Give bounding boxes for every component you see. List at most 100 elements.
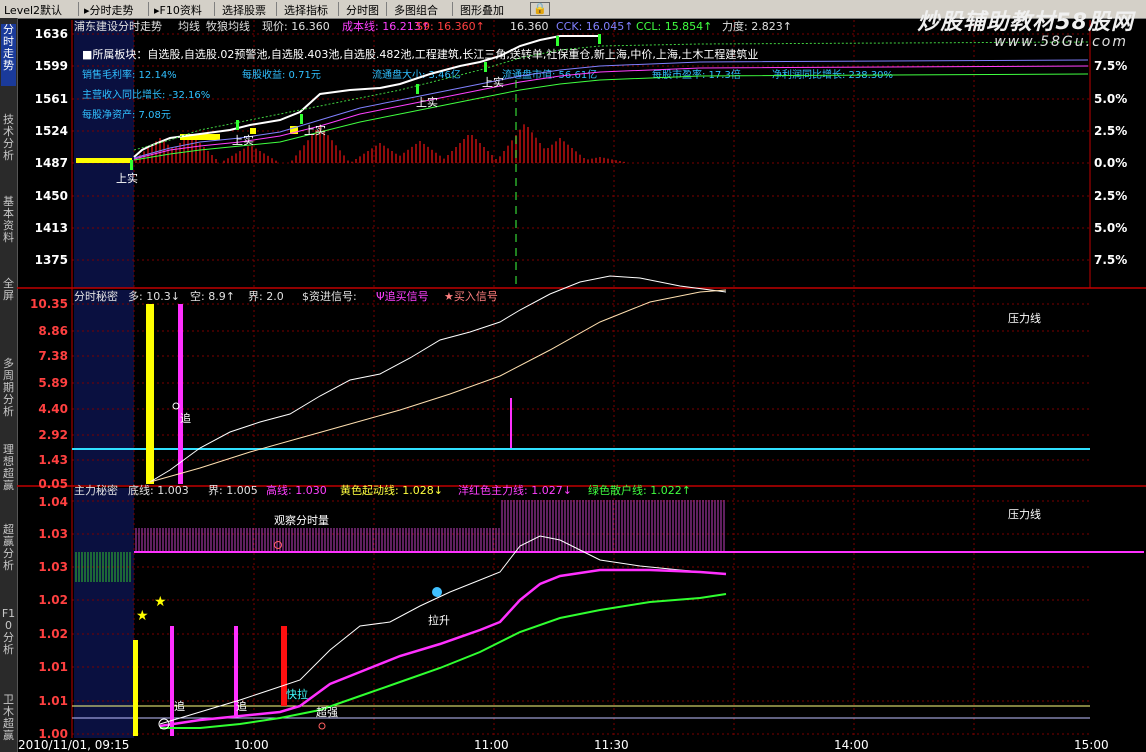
info-eps: 每股收益: 0.71元 [242, 68, 321, 81]
brand-watermark: 炒股辅助教材58股网 [917, 10, 1134, 35]
panel2-title: 分时秘密 [74, 289, 118, 303]
force-value: 力度: 2.823↑ [722, 19, 792, 33]
grid-lines [72, 20, 1090, 738]
axis-tick-label: 1.02 [38, 627, 68, 641]
axis-tick-label: 1.01 [38, 660, 68, 674]
panel2-pressure-label: 压力线 [1008, 311, 1041, 325]
axis-tick-label: 8.86 [38, 324, 68, 338]
s9-value: S9: 16.360↑ [416, 20, 485, 33]
panel2-jie: 界: 2.0 [248, 290, 284, 303]
axis-tick-label: 10.35 [30, 297, 68, 311]
ccl-line [133, 73, 1089, 161]
panel2-chase: Ψ追买信号 [376, 289, 429, 303]
info-float-cap: 流通盘市值: 56.61亿 [502, 68, 597, 81]
stock-name: 浦东建设分时走势 [74, 19, 162, 33]
green-mark [130, 160, 133, 170]
sector-text: ■所属板块：自选股,自选股.02预警池,自选股.403池,自选股.482池,工程… [82, 47, 758, 61]
panel3-title: 主力秘密 [74, 483, 118, 497]
tag-shangshi-1: 上实 [116, 171, 138, 185]
panel2-duo: 多: 10.3↓ [128, 289, 180, 303]
axis-tick-label: 1.43 [38, 453, 68, 467]
panel3-di: 底线: 1.003 [128, 483, 189, 497]
green-mark [300, 114, 303, 124]
axis-tick-label: 7.38 [38, 349, 68, 363]
axis-tick-label: 0.05 [38, 477, 68, 491]
tag-shangshi-2: 上实 [232, 133, 254, 147]
axis-tick-label: 1450 [35, 189, 68, 203]
panel2-kong: 空: 8.9↑ [190, 289, 235, 303]
note-fast-pull: 快拉 [286, 687, 308, 701]
axis-tick-label: 1561 [35, 92, 68, 106]
panel3-high: 高线: 1.030 [266, 483, 327, 497]
panel1-header: 浦东建设分时走势 均线 牧狼均线 现价: 16.360 成本线: 16.213↑… [74, 19, 792, 33]
info-gross-margin: 销售毛利率: 12.14% [82, 68, 177, 81]
green-mark [598, 34, 601, 44]
time-axis: 2010/11/01, 09:15 10:00 11:00 11:30 14:0… [18, 738, 1109, 752]
panel2-chase-tag: 追 [180, 411, 191, 425]
panel3-jie: 界: 1.005 [208, 484, 258, 497]
panel3-magenta-comb [135, 500, 725, 552]
panel2-star: ★买入信号 [444, 290, 498, 303]
panel2-left-axis: 10.35 8.86 7.38 5.89 4.40 2.92 1.43 0.05 [30, 297, 68, 491]
star-icon: ★ [154, 594, 167, 610]
current-price: 现价: 16.360 [262, 20, 330, 33]
axis-tick-label: 2.92 [38, 428, 68, 442]
note-chase-1: 追 [174, 699, 185, 713]
axis-tick-label: 2.5% [1094, 189, 1127, 203]
time-label-start: 2010/11/01, 09:15 [18, 738, 129, 752]
panel3-pressure-label: 压力线 [1008, 507, 1041, 521]
axis-tick-label: 4.40 [38, 402, 68, 416]
axis-tick-label: 1413 [35, 221, 68, 235]
panel2-magenta-bar [178, 304, 183, 484]
panel2-magenta-small-bar [510, 398, 512, 448]
axis-tick-label: 7.5% [1094, 253, 1127, 267]
axis-tick-label: 1375 [35, 253, 68, 267]
axis-tick-label: 1636 [35, 27, 68, 41]
star-icon: ★ [136, 608, 149, 624]
axis-tick-label: 5.0% [1094, 92, 1127, 106]
green-mark [236, 120, 239, 130]
panel2-signal: $资进信号: [302, 290, 357, 303]
avg-label: 均线 [178, 19, 200, 33]
panel3-yellow-bar [133, 640, 138, 736]
yellow-block-1 [76, 158, 132, 163]
note-super-strong: 超强 [316, 705, 338, 719]
note-chase-2: 追 [236, 699, 247, 713]
time-label-1500: 15:00 [1074, 738, 1109, 752]
axis-tick-label: 1.01 [38, 694, 68, 708]
panel2-white-curve [149, 275, 727, 483]
axis-tick-label: 1.04 [38, 495, 68, 509]
axis-tick-label: 5.89 [38, 376, 68, 390]
pull-marker-icon [432, 587, 442, 597]
panel2-header: 分时秘密 多: 10.3↓ 空: 8.9↑ 界: 2.0 $资进信号: Ψ追买信… [74, 289, 498, 303]
super-marker-icon [318, 722, 326, 730]
axis-tick-label: 1.02 [38, 593, 68, 607]
premarket-shade-2 [74, 290, 134, 485]
panel1-left-axis: 1636 1599 1561 1524 1487 1450 1413 1375 [35, 27, 68, 267]
time-label-1100: 11:00 [474, 738, 509, 752]
ccl-value: CCL: 15.854↑ [636, 20, 712, 33]
price-value: 16.360 [510, 20, 549, 33]
green-mark [556, 36, 559, 46]
time-label-1400: 14:00 [834, 738, 869, 752]
tag-shangshi-4: 上实 [416, 95, 438, 109]
info-revenue-growth: 主营收入同比增长: -32.16% [82, 88, 210, 101]
panel3-header: 主力秘密 底线: 1.003 界: 1.005 高线: 1.030 黄色起动线:… [74, 483, 691, 497]
panel3-red: 洋红色主力线: 1.027↓ [458, 483, 572, 497]
axis-tick-label: 1599 [35, 59, 68, 73]
brand-url: www.58Gu.com [994, 34, 1128, 50]
note-watch-volume: 观察分时量 [274, 513, 329, 527]
tag-shangshi-3: 上实 [304, 123, 326, 137]
panel3-green: 绿色散户线: 1.022↑ [588, 483, 691, 497]
time-label-1130: 11:30 [594, 738, 629, 752]
axis-tick-label: 1.03 [38, 527, 68, 541]
axis-tick-label: 5.0% [1094, 221, 1127, 235]
note-pull-up: 拉升 [428, 613, 450, 627]
panel3-white-curve [159, 535, 727, 725]
chart-area: 浦东建设分时走势 均线 牧狼均线 现价: 16.360 成本线: 16.213↑… [17, 19, 1146, 752]
info-pe: 每股市盈率: 17.3倍 [652, 68, 741, 81]
panel1-right-axis: 7.5% 5.0% 2.5% 0.0% 2.5% 5.0% 7.5% [1094, 59, 1127, 267]
panel3-left-axis: 1.041.031.031.021.021.011.011.00 [38, 495, 68, 741]
green-mark [416, 84, 419, 94]
time-label-1000: 10:00 [234, 738, 269, 752]
